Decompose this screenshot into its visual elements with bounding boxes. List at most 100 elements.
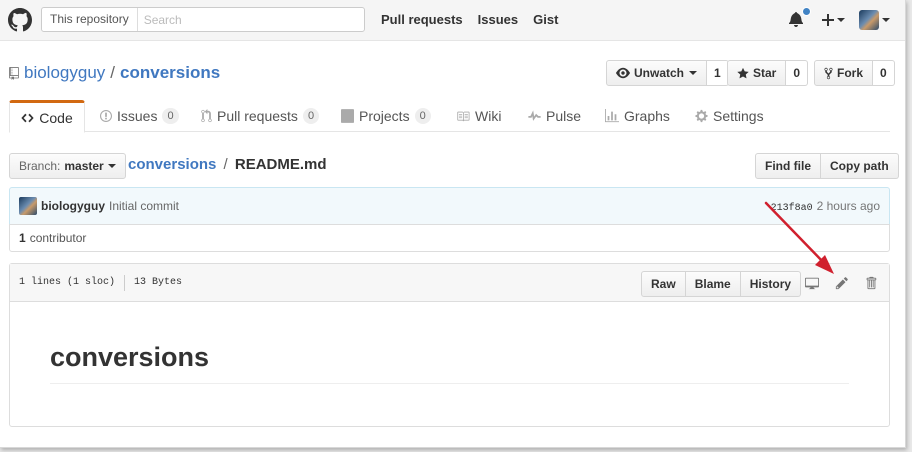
header-nav: Pull requests Issues Gist bbox=[381, 12, 573, 27]
commit-message-link[interactable]: Initial commit bbox=[109, 199, 179, 213]
projects-counter: 0 bbox=[414, 108, 431, 124]
tab-pulse-label: Pulse bbox=[546, 108, 582, 124]
search-input[interactable] bbox=[137, 8, 364, 31]
tab-graphs-label: Graphs bbox=[624, 108, 670, 124]
tab-issues[interactable]: Issues 0 bbox=[100, 100, 179, 132]
repo-nav-tabs: Code Issues 0 Pull requests 0 Projects 0 bbox=[9, 100, 890, 133]
star-icon bbox=[737, 67, 749, 78]
forks-count[interactable]: 0 bbox=[873, 60, 895, 86]
graph-icon bbox=[605, 109, 619, 123]
notifications-button[interactable] bbox=[789, 7, 811, 29]
tab-wiki-label: Wiki bbox=[475, 108, 502, 124]
commit-tease: biologyguy Initial commit 213f8a0 2 hour… bbox=[9, 187, 890, 225]
file-navigation-actions: Find file Copy path bbox=[755, 153, 899, 179]
copy-path-button[interactable]: Copy path bbox=[821, 153, 899, 179]
gear-icon bbox=[695, 109, 708, 123]
code-icon bbox=[21, 113, 34, 122]
nav-pull-requests[interactable]: Pull requests bbox=[381, 12, 463, 27]
watchers-count[interactable]: 1 bbox=[707, 60, 729, 86]
star-button[interactable]: Star bbox=[727, 60, 787, 86]
pulse-icon bbox=[528, 110, 541, 121]
file-box: 1 lines (1 sloc) 13 Bytes Raw Blame Hist… bbox=[9, 263, 890, 427]
raw-button[interactable]: Raw bbox=[641, 271, 686, 297]
find-file-button[interactable]: Find file bbox=[755, 153, 821, 179]
repo-title-separator: / bbox=[110, 63, 116, 82]
nav-gist[interactable]: Gist bbox=[533, 12, 558, 27]
avatar bbox=[859, 10, 879, 30]
file-header: 1 lines (1 sloc) 13 Bytes Raw Blame Hist… bbox=[10, 264, 889, 302]
unwatch-label: Unwatch bbox=[634, 66, 685, 80]
pull-request-icon bbox=[201, 109, 212, 123]
tab-code[interactable]: Code bbox=[9, 100, 85, 133]
tab-projects[interactable]: Projects 0 bbox=[341, 100, 431, 132]
commit-author-link[interactable]: biologyguy bbox=[41, 199, 105, 213]
trash-icon[interactable] bbox=[864, 276, 878, 290]
search-box: This repository bbox=[41, 7, 365, 32]
eye-icon bbox=[616, 67, 630, 79]
file-size-info: 13 Bytes bbox=[134, 277, 183, 288]
site-header: This repository Pull requests Issues Gis… bbox=[0, 0, 905, 41]
fork-button[interactable]: Fork bbox=[814, 60, 874, 86]
book-icon bbox=[457, 111, 470, 121]
readme-content: conversions bbox=[10, 302, 889, 384]
tab-settings[interactable]: Settings bbox=[695, 100, 764, 132]
stargazers-count[interactable]: 0 bbox=[786, 60, 809, 86]
tab-pulse[interactable]: Pulse bbox=[528, 100, 581, 132]
bell-icon bbox=[789, 12, 804, 27]
chevron-down-icon bbox=[107, 164, 116, 168]
contributors-label: contributor bbox=[29, 231, 87, 245]
blame-button[interactable]: Blame bbox=[685, 271, 741, 297]
commit-time: 2 hours ago bbox=[816, 199, 880, 213]
desktop-icon[interactable] bbox=[805, 276, 819, 290]
fork-group: Fork 0 bbox=[814, 60, 895, 86]
branch-select-button[interactable]: Branch: master bbox=[9, 153, 126, 179]
repo-owner-link[interactable]: biologyguy bbox=[24, 63, 105, 83]
pull-requests-counter: 0 bbox=[302, 108, 320, 124]
unwatch-button[interactable]: Unwatch bbox=[606, 60, 708, 86]
tab-pull-requests[interactable]: Pull requests 0 bbox=[201, 100, 320, 132]
file-lines-info: 1 lines (1 sloc) bbox=[19, 277, 116, 288]
fork-icon bbox=[824, 67, 833, 79]
notification-indicator bbox=[802, 7, 811, 16]
breadcrumb: conversions / README.md bbox=[128, 156, 327, 173]
tab-code-label: Code bbox=[39, 109, 73, 126]
chevron-down-icon bbox=[882, 18, 890, 22]
breadcrumb-separator: / bbox=[223, 156, 228, 173]
readme-heading: conversions bbox=[50, 342, 849, 384]
commit-meta: 213f8a0 2 hours ago bbox=[771, 199, 880, 214]
tab-pull-requests-label: Pull requests bbox=[217, 108, 298, 124]
tab-settings-label: Settings bbox=[713, 108, 764, 124]
tab-wiki[interactable]: Wiki bbox=[456, 100, 501, 132]
create-new-dropdown[interactable] bbox=[822, 14, 845, 26]
tab-issues-label: Issues bbox=[117, 108, 158, 124]
file-view-actions: Raw Blame History bbox=[641, 271, 802, 297]
browser-page: This repository Pull requests Issues Gis… bbox=[0, 0, 906, 448]
star-label: Star bbox=[753, 66, 777, 80]
star-group: Star 0 bbox=[727, 60, 809, 86]
tab-graphs[interactable]: Graphs bbox=[605, 100, 670, 132]
fork-label: Fork bbox=[837, 66, 864, 80]
breadcrumb-repo-link[interactable]: conversions bbox=[128, 156, 216, 173]
search-scope-label: This repository bbox=[42, 8, 138, 31]
nav-issues[interactable]: Issues bbox=[478, 12, 518, 27]
contributors-bar[interactable]: 1 contributor bbox=[9, 224, 890, 252]
repo-icon bbox=[9, 66, 19, 80]
plus-icon bbox=[822, 14, 834, 26]
chevron-down-icon bbox=[837, 18, 845, 22]
breadcrumb-file: README.md bbox=[234, 156, 327, 173]
pencil-icon[interactable] bbox=[835, 276, 849, 290]
project-icon bbox=[341, 109, 354, 123]
chevron-down-icon bbox=[689, 71, 698, 75]
commit-sha-link[interactable]: 213f8a0 bbox=[771, 203, 813, 214]
branch-value: master bbox=[64, 159, 104, 173]
history-button[interactable]: History bbox=[740, 271, 802, 297]
tab-projects-label: Projects bbox=[359, 108, 410, 124]
issues-counter: 0 bbox=[162, 108, 179, 124]
user-menu-dropdown[interactable] bbox=[859, 10, 890, 30]
repo-name-link[interactable]: conversions bbox=[120, 63, 220, 83]
github-logo-icon[interactable] bbox=[8, 8, 32, 32]
contributors-count: 1 bbox=[19, 231, 26, 245]
branch-label: Branch: bbox=[19, 159, 61, 173]
repo-title: biologyguy / conversions bbox=[9, 63, 220, 83]
watch-group: Unwatch 1 bbox=[606, 60, 729, 86]
